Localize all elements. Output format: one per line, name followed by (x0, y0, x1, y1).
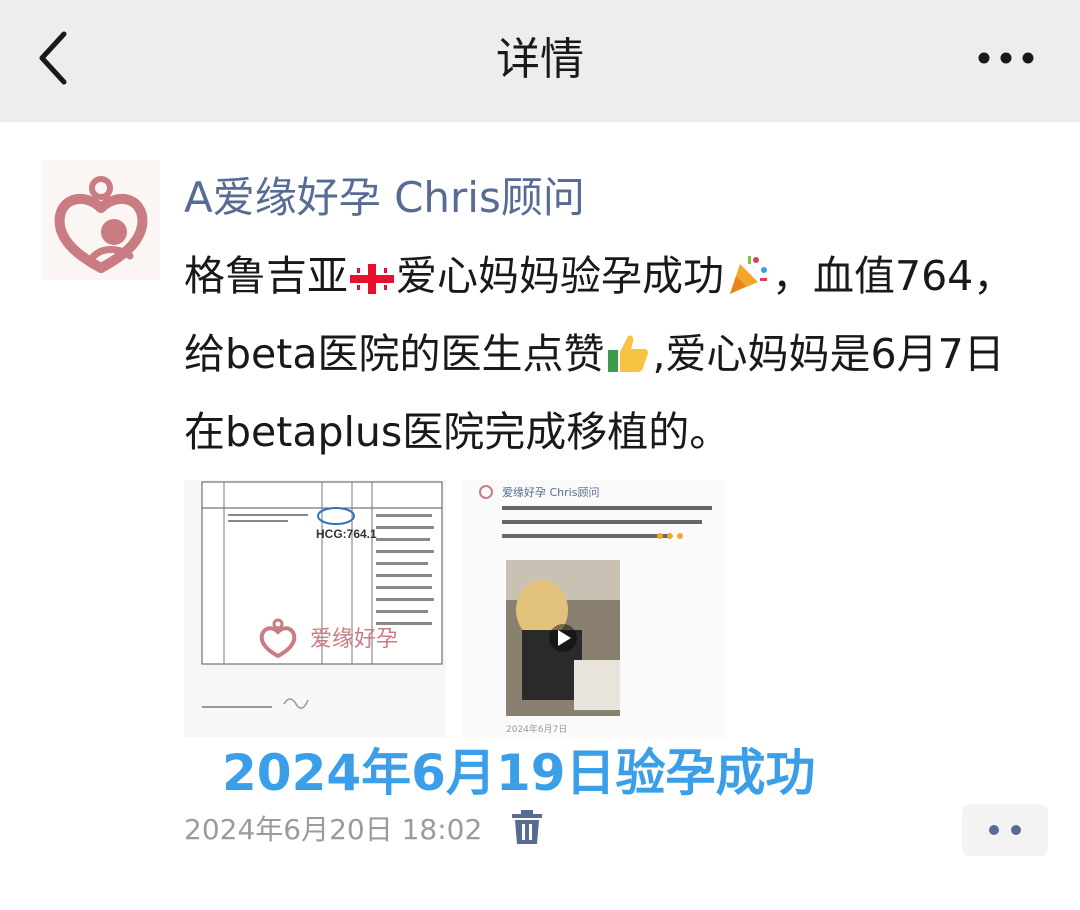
post-content: 格鲁吉亚 爱心妈妈验孕成功 ，血值764，给beta医院的医生点赞 ,爱心妈妈是6月7… (184, 240, 1034, 468)
post-image-video-post[interactable]: 爱缘好孕 Chris顾问 2024年6月7日 (462, 480, 724, 738)
navigation-bar: 详情 (0, 0, 1080, 122)
trash-icon (512, 810, 542, 844)
logo-heart-icon (54, 176, 148, 273)
embedded-date: 2024年6月7日 (506, 723, 567, 735)
content-text-2: 爱心妈妈验孕成功 (396, 252, 724, 300)
delete-button[interactable] (510, 808, 544, 846)
party-popper-icon (726, 246, 770, 318)
hcg-value-label: HCG:764.1 (316, 527, 377, 541)
like-comment-button[interactable] (962, 804, 1048, 856)
author-name-link[interactable]: A爱缘好孕 Chris顾问 (184, 170, 585, 226)
page-title: 详情 (496, 34, 584, 85)
thumbs-up-icon (606, 324, 650, 396)
more-button[interactable] (970, 34, 1042, 82)
embedded-author: 爱缘好孕 Chris顾问 (502, 485, 599, 499)
georgia-flag-icon (350, 264, 394, 294)
post-timestamp: 2024年6月20日 18:02 (184, 813, 483, 846)
content-text-1: 格鲁吉亚 (184, 252, 348, 300)
avatar[interactable] (42, 160, 160, 280)
more-actions-icon (989, 825, 1021, 835)
more-horizontal-icon (978, 52, 1034, 64)
post-image-lab-report[interactable]: HCG:764.1 爱缘好孕 (184, 480, 446, 738)
verification-caption: 2024年6月19日验孕成功 (222, 744, 816, 802)
watermark-text: 爱缘好孕 (310, 627, 398, 652)
